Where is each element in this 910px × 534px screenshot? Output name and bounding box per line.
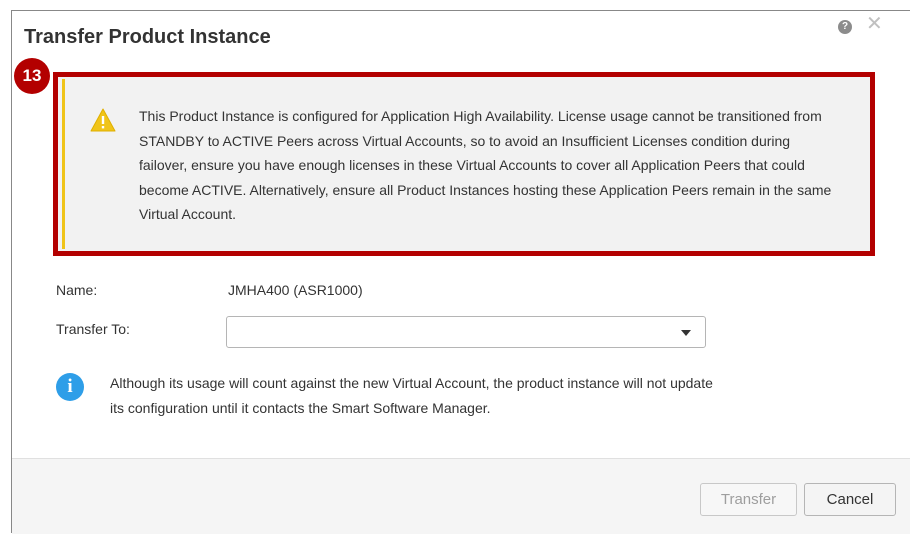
transfer-button[interactable]: Transfer [700, 483, 797, 516]
cancel-button[interactable]: Cancel [804, 483, 896, 516]
warning-triangle-icon [90, 108, 116, 132]
callout-number-badge: 13 [14, 58, 50, 94]
info-circle-icon: i [56, 373, 84, 401]
transfer-to-select[interactable] [226, 316, 706, 348]
close-icon[interactable]: ✕ [866, 14, 883, 34]
help-icon[interactable]: ? [838, 20, 852, 34]
dialog-title: Transfer Product Instance [24, 26, 271, 48]
info-message: Although its usage will count against th… [110, 375, 713, 416]
chevron-down-icon [681, 330, 691, 336]
name-label: Name: [56, 282, 98, 298]
transfer-to-label: Transfer To: [56, 321, 130, 337]
name-value: JMHA400 (ASR1000) [228, 282, 363, 298]
warning-message: This Product Instance is configured for … [139, 108, 832, 222]
